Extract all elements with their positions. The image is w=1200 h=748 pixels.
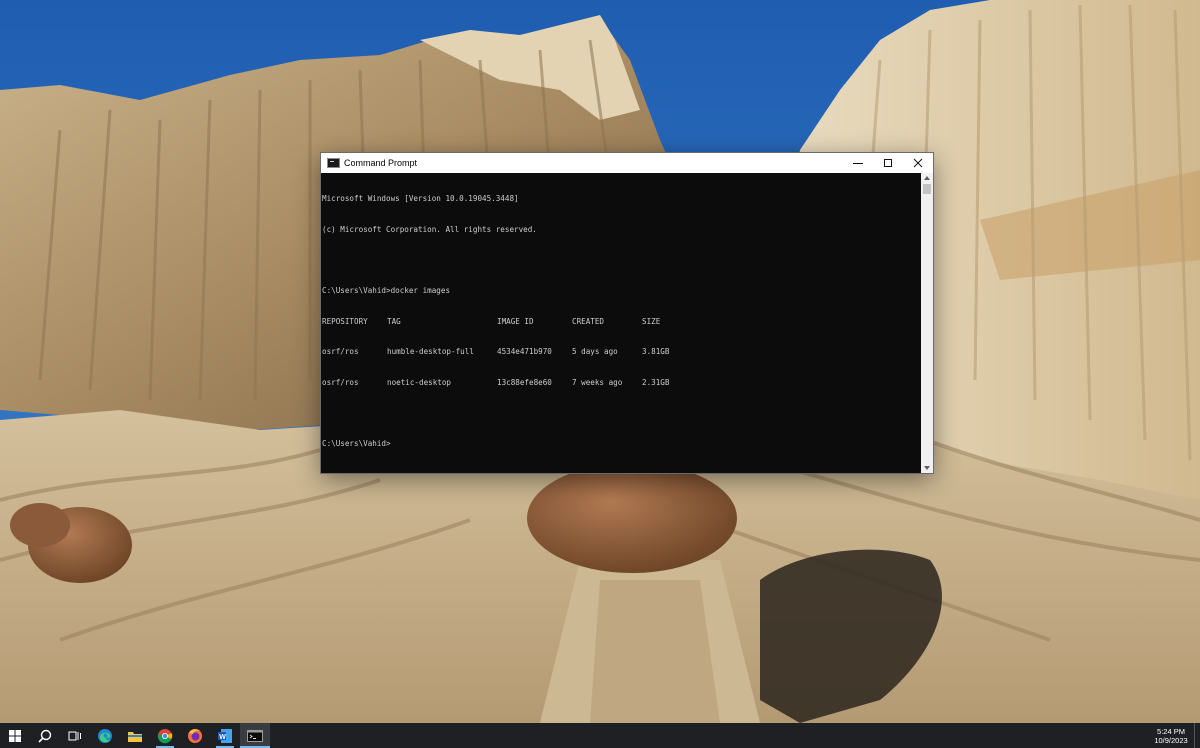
taskbar-app-file-explorer[interactable] bbox=[120, 723, 150, 748]
taskbar-app-firefox[interactable] bbox=[180, 723, 210, 748]
cell-created: 5 days ago bbox=[572, 347, 618, 357]
vertical-scrollbar[interactable] bbox=[921, 173, 933, 473]
table-row: osrf/ros noetic-desktop 13c88efe8e60 7 w… bbox=[322, 378, 921, 388]
taskbar-app-chrome[interactable] bbox=[150, 723, 180, 748]
edge-icon bbox=[98, 728, 112, 743]
column-header-image-id: IMAGE ID bbox=[497, 316, 534, 326]
column-header-tag: TAG bbox=[387, 316, 401, 326]
taskbar-app-word[interactable]: W bbox=[210, 723, 240, 748]
search-button[interactable] bbox=[30, 723, 60, 748]
scroll-down-arrow-icon[interactable] bbox=[924, 466, 930, 470]
file-explorer-icon bbox=[128, 731, 142, 742]
cell-repository: osrf/ros bbox=[322, 377, 359, 387]
search-icon bbox=[38, 729, 52, 743]
task-view-icon bbox=[68, 731, 81, 740]
cmd-icon bbox=[327, 158, 340, 168]
cmd-icon bbox=[247, 729, 263, 742]
firefox-icon bbox=[188, 728, 202, 743]
system-clock[interactable]: 5:24 PM 10/9/2023 bbox=[1148, 723, 1194, 748]
column-header-repository: REPOSITORY bbox=[322, 316, 368, 326]
cell-tag: noetic-desktop bbox=[387, 377, 452, 387]
taskbar: W 5:24 PM 10/9/2023 bbox=[0, 723, 1200, 748]
cell-image-id: 13c88efe8e60 bbox=[497, 377, 552, 387]
cell-repository: osrf/ros bbox=[322, 347, 359, 357]
table-row: osrf/ros humble-desktop-full 4534e471b97… bbox=[322, 347, 921, 357]
minimize-icon bbox=[853, 163, 863, 164]
word-icon: W bbox=[218, 728, 232, 743]
table-header-row: REPOSITORY TAG IMAGE ID CREATED SIZE bbox=[322, 317, 921, 327]
task-view-button[interactable] bbox=[60, 723, 90, 748]
start-button[interactable] bbox=[0, 723, 30, 748]
cell-size: 2.31GB bbox=[642, 377, 670, 387]
window-title: Command Prompt bbox=[344, 158, 418, 168]
taskbar-app-command-prompt[interactable] bbox=[240, 723, 270, 748]
command-prompt-window[interactable]: Command Prompt Microsoft Windows [Versio… bbox=[321, 153, 933, 473]
column-header-created: CREATED bbox=[572, 316, 605, 326]
windows-start-icon bbox=[9, 729, 21, 742]
window-titlebar[interactable]: Command Prompt bbox=[321, 153, 933, 173]
show-desktop-button[interactable] bbox=[1194, 723, 1200, 748]
scroll-up-arrow-icon[interactable] bbox=[924, 176, 930, 180]
maximize-button[interactable] bbox=[873, 153, 903, 173]
cell-size: 3.81GB bbox=[642, 347, 670, 357]
console-line: Microsoft Windows [Version 10.0.19045.34… bbox=[322, 194, 519, 204]
maximize-icon bbox=[884, 159, 892, 167]
console-line: (c) Microsoft Corporation. All rights re… bbox=[322, 225, 537, 234]
console-output[interactable]: Microsoft Windows [Version 10.0.19045.34… bbox=[321, 173, 921, 473]
svg-text:W: W bbox=[219, 733, 226, 740]
minimize-button[interactable] bbox=[843, 153, 873, 173]
close-icon bbox=[913, 158, 923, 168]
console-command-line: C:\Users\Vahid>docker images bbox=[322, 286, 451, 296]
close-button[interactable] bbox=[903, 153, 933, 173]
chrome-icon bbox=[157, 728, 173, 743]
cell-created: 7 weeks ago bbox=[572, 377, 623, 387]
clock-time: 5:24 PM bbox=[1157, 726, 1185, 736]
caption-buttons bbox=[843, 153, 933, 173]
clock-date: 10/9/2023 bbox=[1154, 735, 1188, 745]
scroll-thumb[interactable] bbox=[923, 184, 931, 194]
cell-image-id: 4534e471b970 bbox=[497, 347, 552, 357]
cell-tag: humble-desktop-full bbox=[387, 347, 474, 357]
column-header-size: SIZE bbox=[642, 316, 661, 326]
taskbar-app-edge[interactable] bbox=[90, 723, 120, 748]
console-prompt[interactable]: C:\Users\Vahid> bbox=[322, 439, 921, 449]
